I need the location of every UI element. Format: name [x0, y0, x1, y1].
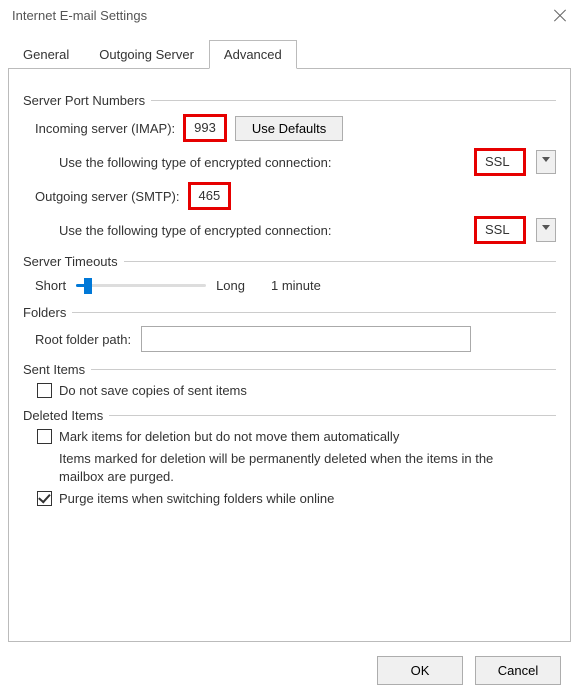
group-sent-items: Sent Items	[23, 362, 556, 377]
purge-items-label: Purge items when switching folders while…	[59, 491, 334, 506]
divider	[151, 100, 556, 101]
dialog-button-bar: OK Cancel	[0, 642, 579, 699]
incoming-port-input[interactable]: 993	[183, 114, 227, 142]
group-label: Sent Items	[23, 362, 85, 377]
dont-save-copies-checkbox[interactable]	[37, 383, 52, 398]
timeout-long-label: Long	[216, 278, 245, 293]
tab-outgoing-server[interactable]: Outgoing Server	[84, 40, 209, 69]
incoming-encryption-select[interactable]: SSL	[474, 148, 526, 176]
divider	[91, 369, 556, 370]
group-deleted-items: Deleted Items	[23, 408, 556, 423]
tab-general[interactable]: General	[8, 40, 84, 69]
ok-button[interactable]: OK	[377, 656, 463, 685]
outgoing-port-input[interactable]: 465	[188, 182, 232, 210]
incoming-server-label: Incoming server (IMAP):	[35, 121, 175, 136]
timeout-slider[interactable]	[76, 275, 206, 295]
group-folders: Folders	[23, 305, 556, 320]
root-folder-input[interactable]	[141, 326, 471, 352]
timeout-short-label: Short	[35, 278, 66, 293]
root-folder-label: Root folder path:	[35, 332, 131, 347]
deletion-help-text: Items marked for deletion will be perman…	[59, 450, 539, 485]
slider-thumb[interactable]	[84, 278, 92, 294]
outgoing-encryption-select[interactable]: SSL	[474, 216, 526, 244]
divider	[124, 261, 556, 262]
tab-advanced[interactable]: Advanced	[209, 40, 297, 69]
advanced-panel: Server Port Numbers Incoming server (IMA…	[8, 69, 571, 642]
outgoing-encryption-label: Use the following type of encrypted conn…	[59, 223, 331, 238]
timeout-value: 1 minute	[271, 278, 321, 293]
divider	[72, 312, 556, 313]
window-title: Internet E-mail Settings	[12, 8, 147, 23]
tab-strip: General Outgoing Server Advanced	[8, 39, 571, 69]
slider-track	[76, 284, 206, 287]
chevron-down-icon	[542, 226, 550, 234]
mark-for-deletion-label: Mark items for deletion but do not move …	[59, 429, 399, 444]
incoming-encryption-label: Use the following type of encrypted conn…	[59, 155, 331, 170]
outgoing-encryption-dropdown[interactable]	[536, 218, 556, 242]
group-label: Server Port Numbers	[23, 93, 145, 108]
divider	[109, 415, 556, 416]
group-label: Deleted Items	[23, 408, 103, 423]
email-settings-dialog: Internet E-mail Settings General Outgoin…	[0, 0, 579, 699]
outgoing-server-label: Outgoing server (SMTP):	[35, 189, 180, 204]
cancel-button[interactable]: Cancel	[475, 656, 561, 685]
incoming-encryption-dropdown[interactable]	[536, 150, 556, 174]
group-server-timeouts: Server Timeouts	[23, 254, 556, 269]
group-server-port-numbers: Server Port Numbers	[23, 93, 556, 108]
use-defaults-button[interactable]: Use Defaults	[235, 116, 343, 141]
titlebar: Internet E-mail Settings	[0, 0, 579, 33]
close-icon[interactable]	[553, 9, 567, 23]
chevron-down-icon	[542, 158, 550, 166]
purge-items-checkbox[interactable]	[37, 491, 52, 506]
group-label: Server Timeouts	[23, 254, 118, 269]
mark-for-deletion-checkbox[interactable]	[37, 429, 52, 444]
dont-save-copies-label: Do not save copies of sent items	[59, 383, 247, 398]
group-label: Folders	[23, 305, 66, 320]
